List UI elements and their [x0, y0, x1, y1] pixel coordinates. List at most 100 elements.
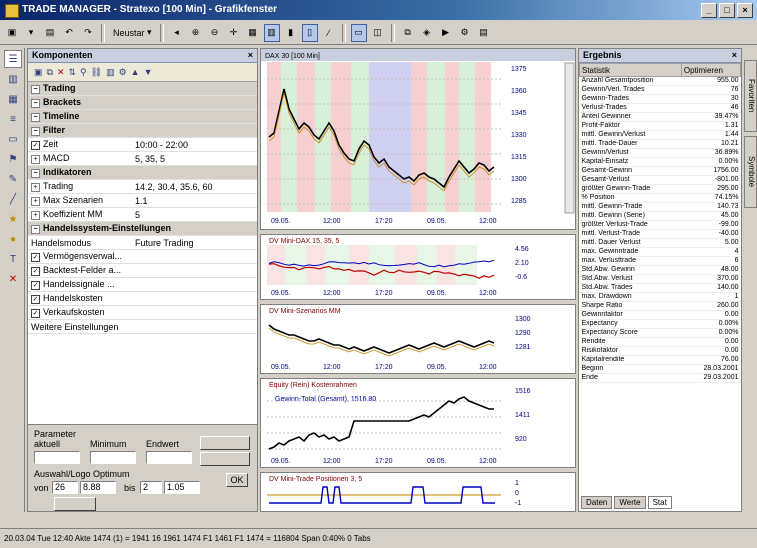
results-row[interactable]: max. Verlusttrade 6 [579, 256, 741, 266]
components-tool-icon[interactable]: ☰ [4, 50, 22, 68]
results-row[interactable]: mittl. Gewinn (Serie) 45.00 [579, 211, 741, 221]
grid-icon[interactable]: ▦ [245, 24, 261, 42]
results-col-value[interactable]: Optimieren [680, 63, 742, 77]
results-row[interactable]: Risikofaktor 0.00 [579, 346, 741, 356]
results-row[interactable]: Expectancy Score 0.00% [579, 328, 741, 338]
save-icon[interactable]: ▣ [4, 24, 20, 42]
new-icon[interactable]: ▣ [34, 67, 43, 78]
property-value[interactable] [132, 277, 257, 292]
crosshair-icon[interactable]: ✛ [226, 24, 242, 42]
close-panel-icon[interactable]: × [248, 49, 253, 62]
results-row[interactable]: Anteil Gewinner 39.47% [579, 112, 741, 122]
star-tool-icon[interactable]: ★ [4, 210, 22, 228]
delete-tool-icon[interactable]: ✕ [4, 270, 22, 288]
results-row[interactable]: Std.Abw. Gewinn 48.00 [579, 265, 741, 275]
table-tool-icon[interactable]: ▦ [4, 90, 22, 108]
side-tab-symbols[interactable]: Symbole [744, 136, 757, 208]
property-row[interactable]: + MACD 5, 35, 5 [28, 151, 257, 166]
open-icon[interactable]: ▾ [23, 24, 39, 42]
window-tile-icon[interactable]: ▭ [350, 23, 367, 42]
property-row[interactable]: ✓ Zeit 10:00 - 22:00 [28, 137, 257, 152]
price-chart[interactable]: DAX 30 [100 Min] 1375 1360 1345 1330 1315 1300… [260, 48, 576, 230]
checkbox-icon[interactable]: ✓ [31, 267, 40, 276]
results-row[interactable]: max. Drawdown 1 [579, 292, 741, 302]
collapse-icon[interactable]: − [31, 127, 40, 136]
property-group[interactable]: − Trading [28, 82, 257, 96]
results-row[interactable]: Ende 29.03.2001 [579, 373, 741, 383]
property-group[interactable]: − Brackets [28, 95, 257, 110]
to-field-2[interactable]: 1.05 [164, 481, 200, 494]
report-icon[interactable]: ▤ [476, 24, 492, 42]
down-icon[interactable]: ▼ [144, 67, 153, 77]
results-row[interactable]: Expectancy 0.00% [579, 319, 741, 329]
results-row[interactable]: größter Gewinn-Trade 295.00 [579, 184, 741, 194]
property-value[interactable]: Future Trading [132, 235, 257, 250]
results-col-name[interactable]: Statistik [579, 63, 682, 77]
indicator-chart-2[interactable]: DV Mini-Szenarios MM 1300 1290 1281 09.05. 12… [260, 304, 576, 374]
property-value[interactable] [132, 319, 257, 334]
results-row[interactable]: größter Verlust-Trade -99.00 [579, 220, 741, 230]
zoom-out-icon[interactable]: ⊖ [207, 24, 223, 42]
optimize-icon[interactable]: ⚙ [457, 24, 473, 42]
results-row[interactable]: Kapital-Einsatz 0.00% [579, 157, 741, 167]
sort-icon[interactable]: ⇅ [69, 67, 77, 78]
property-value[interactable]: 14.2, 30.4, 35.6, 60 [132, 179, 257, 194]
results-row[interactable]: Gewinn/Verlust 36.89% [579, 148, 741, 158]
property-row[interactable]: ✓ Verkaufskosten [28, 305, 257, 320]
text-tool-icon[interactable]: T [4, 250, 22, 268]
expand-icon[interactable]: + [31, 211, 40, 220]
param-end-field[interactable] [146, 451, 192, 464]
flag-tool-icon[interactable]: ⚑ [4, 150, 22, 168]
circle-tool-icon[interactable]: ● [4, 230, 22, 248]
property-group[interactable]: − Handelssystem-Einstellungen [28, 221, 257, 236]
line-tool-icon[interactable]: ╱ [4, 190, 22, 208]
from-field[interactable]: 26 [52, 481, 78, 494]
zoom-in-icon[interactable]: ⊕ [188, 24, 204, 42]
property-row[interactable]: ✓ Handelssignale ... [28, 277, 257, 292]
play-icon[interactable]: ▶ [438, 24, 454, 42]
expand-icon[interactable]: + [31, 197, 40, 206]
bars-icon[interactable]: ▮ [283, 24, 299, 42]
results-row[interactable]: Gesamt-Verlust -801.00 [579, 175, 741, 185]
close-button[interactable]: × [737, 3, 753, 18]
tab-stat[interactable]: Stat [647, 496, 672, 509]
maximize-button[interactable]: □ [719, 3, 735, 18]
property-row[interactable]: Handelsmodus Future Trading [28, 235, 257, 250]
delete-icon[interactable]: ✕ [57, 67, 65, 78]
copy-icon[interactable]: ⧉ [47, 67, 53, 78]
indicator-chart-1[interactable]: DV Mini-DAX 15, 35, 5 4.56 2.10 -0.6 09.05. 1… [260, 234, 576, 300]
chart-add-icon[interactable]: ▥ [106, 67, 115, 78]
results-row[interactable]: Gewinn-Trades 30 [579, 94, 741, 104]
equity-chart[interactable]: Equity (Rein) Kostenrahmen Gewinn-Total (… [260, 378, 576, 468]
list-tool-icon[interactable]: ≡ [4, 110, 22, 128]
results-row[interactable]: Gewinnfaktor 0.00 [579, 310, 741, 320]
results-row[interactable]: Profit-Faktor 1.31 [579, 121, 741, 131]
results-row[interactable]: mittl. Dauer Verlust 5.00 [579, 238, 741, 248]
minimize-button[interactable]: _ [701, 3, 717, 18]
results-row[interactable]: Gesamt-Gewinn 1756.00 [579, 166, 741, 176]
results-row[interactable]: max. Gewinntrade 4 [579, 247, 741, 257]
checkbox-icon[interactable]: ✓ [31, 309, 40, 318]
results-row[interactable]: mittl. Verlust-Trade -40.00 [579, 229, 741, 239]
from-field-2[interactable]: 8.88 [80, 481, 116, 494]
param-current-field[interactable] [34, 451, 80, 464]
tab-data[interactable]: Daten [581, 496, 613, 509]
checkbox-icon[interactable]: ✓ [31, 141, 40, 150]
param-apply-button[interactable] [200, 436, 250, 450]
checkbox-icon[interactable]: ✓ [31, 253, 40, 262]
results-row[interactable]: mittl. Gewinn/Verlust 1.44 [579, 130, 741, 140]
indicator-icon[interactable]: ⧉ [400, 24, 416, 42]
window-tool-icon[interactable]: ▭ [4, 130, 22, 148]
checkbox-icon[interactable]: ✓ [31, 295, 40, 304]
tab-values[interactable]: Werte [614, 496, 646, 509]
property-row[interactable]: + Trading 14.2, 30.4, 35.6, 60 [28, 179, 257, 194]
property-value[interactable]: 5, 35, 5 [132, 151, 257, 166]
expand-icon[interactable]: + [31, 183, 40, 192]
collapse-icon[interactable]: − [31, 99, 40, 108]
signal-icon[interactable]: ◈ [419, 24, 435, 42]
results-row[interactable]: Std.Abw. Verlust 370.00 [579, 274, 741, 284]
property-value[interactable]: 1.1 [132, 193, 257, 208]
side-tab-favorites[interactable]: Favoriten [744, 60, 757, 132]
property-row[interactable]: Weitere Einstellungen [28, 319, 257, 334]
redo-icon[interactable]: ↷ [80, 24, 96, 42]
